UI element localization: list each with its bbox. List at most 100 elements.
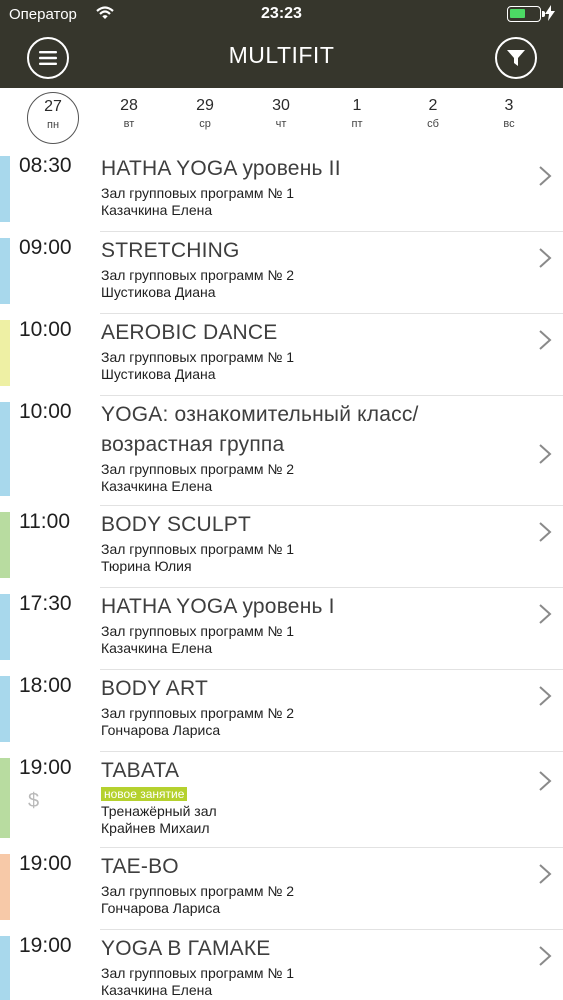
class-title: STRETCHING — [101, 239, 240, 262]
class-room: Зал групповых программ № 2 — [101, 461, 295, 477]
class-trainer: Тюрина Юлия — [101, 558, 192, 574]
page-title: MULTIFIT — [228, 42, 335, 68]
chevron-right-icon — [539, 522, 552, 542]
date-weekday: пн — [46, 119, 60, 131]
class-trainer: Казачкина Елена — [101, 478, 213, 494]
battery-icon — [507, 6, 545, 22]
date-2[interactable]: 2 сб — [407, 92, 459, 144]
date-weekday: чт — [275, 118, 287, 130]
class-room: Зал групповых программ № 2 — [101, 267, 295, 283]
class-title: AEROBIC DANCE — [101, 321, 278, 344]
category-color-bar — [0, 238, 10, 304]
app-header: Оператор 23:23 MULTIFIT — [0, 0, 563, 88]
class-row[interactable]: 11:00 BODY SCULPT Зал групповых программ №… — [0, 506, 563, 588]
filter-icon — [507, 50, 525, 66]
chevron-right-icon — [539, 444, 552, 464]
category-color-bar — [0, 402, 10, 496]
class-row[interactable]: 18:00 BODY ART Зал групповых программ № 2Г… — [0, 670, 563, 752]
class-title: BODY SCULPT — [101, 513, 252, 536]
class-time: 10:00 — [19, 400, 72, 423]
class-title: HATHA YOGA уровень I — [101, 595, 335, 618]
class-room: Тренажёрный зал — [101, 803, 217, 819]
date-weekday: ср — [199, 118, 211, 130]
date-27[interactable]: 27 пн — [27, 92, 79, 144]
chevron-right-icon — [539, 248, 552, 268]
status-bar: Оператор 23:23 — [0, 0, 563, 28]
class-time: 08:30 — [19, 154, 72, 177]
chevron-right-icon — [539, 864, 552, 884]
date-weekday: пт — [351, 118, 363, 130]
class-trainer: Крайнев Михаил — [101, 820, 210, 836]
date-selector: 27 пн 28 вт 29 ср 30 чт 1 пт 2 сб 3 вс — [0, 88, 563, 150]
class-room: Зал групповых программ № 2 — [101, 705, 295, 721]
category-color-bar — [0, 936, 10, 1000]
class-time: 11:00 — [19, 510, 70, 533]
category-color-bar — [0, 676, 10, 742]
status-time: 23:23 — [261, 5, 302, 22]
date-30[interactable]: 30 чт — [255, 92, 307, 144]
class-room: Зал групповых программ № 2 — [101, 883, 295, 899]
date-3[interactable]: 3 вс — [483, 92, 535, 144]
class-room: Зал групповых программ № 1 — [101, 185, 295, 201]
date-number: 27 — [44, 98, 62, 115]
category-color-bar — [0, 594, 10, 660]
new-class-badge: новое занятие — [101, 787, 188, 801]
class-time: 10:00 — [19, 318, 72, 341]
class-row[interactable]: 08:30 HATHA YOGA уровень II Зал групповых … — [0, 150, 563, 232]
date-number: 29 — [196, 97, 214, 114]
class-row[interactable]: 19:00 $ TABATA новое занятие Тренажёрный зал… — [0, 752, 563, 848]
class-row[interactable]: 19:00 YOGA В ГАМАКЕ Зал групповых программ… — [0, 930, 563, 1000]
chevron-right-icon — [539, 686, 552, 706]
date-weekday: вт — [123, 118, 135, 130]
class-trainer: Гончарова Лариса — [101, 900, 221, 916]
class-room: Зал групповых программ № 1 — [101, 349, 295, 365]
chevron-right-icon — [539, 771, 552, 791]
class-row[interactable]: 09:00 STRETCHING Зал групповых программ № … — [0, 232, 563, 314]
class-trainer: Гончарова Лариса — [101, 722, 221, 738]
class-room: Зал групповых программ № 1 — [101, 623, 295, 639]
chevron-right-icon — [539, 166, 552, 186]
class-time: 19:00 — [19, 852, 72, 875]
date-weekday: вс — [503, 118, 515, 130]
date-28[interactable]: 28 вт — [103, 92, 155, 144]
chevron-right-icon — [539, 330, 552, 350]
date-number: 3 — [504, 97, 514, 114]
date-29[interactable]: 29 ср — [179, 92, 231, 144]
category-color-bar — [0, 320, 10, 386]
class-row[interactable]: 10:00 YOGA: ознакомительный класс/ возрас… — [0, 396, 563, 506]
class-time: 18:00 — [19, 674, 72, 697]
filter-button[interactable] — [495, 37, 537, 79]
class-time: 19:00 — [19, 934, 72, 957]
chevron-right-icon — [539, 604, 552, 624]
class-title: TAE-BO — [101, 855, 179, 878]
class-trainer: Казачкина Елена — [101, 202, 213, 218]
date-number: 30 — [272, 97, 290, 114]
class-title: TABATA — [101, 759, 180, 782]
date-number: 2 — [428, 97, 438, 114]
class-row[interactable]: 19:00 TAE-BO Зал групповых программ № 2 Гон… — [0, 848, 563, 930]
class-trainer: Казачкина Елена — [101, 640, 213, 656]
class-title: YOGA В ГАМАКЕ — [101, 937, 271, 960]
date-1[interactable]: 1 пт — [331, 92, 383, 144]
category-color-bar — [0, 854, 10, 920]
charging-icon — [545, 5, 555, 21]
class-trainer: Казачкина Елена — [101, 982, 213, 998]
date-number: 1 — [352, 97, 362, 114]
class-title: HATHA YOGA уровень II — [101, 157, 341, 180]
class-trainer: Шустикова Диана — [101, 284, 216, 300]
category-color-bar — [0, 156, 10, 222]
class-title: BODY ART — [101, 677, 209, 700]
class-room: Зал групповых программ № 1 — [101, 965, 295, 981]
class-room: Зал групповых программ № 1 — [101, 541, 295, 557]
paid-icon: $ — [28, 790, 40, 812]
date-number: 28 — [120, 97, 138, 114]
category-color-bar — [0, 512, 10, 578]
class-row[interactable]: 17:30 HATHA YOGA уровень I Зал групповых п… — [0, 588, 563, 670]
class-list: 08:30 HATHA YOGA уровень II Зал групповых … — [0, 150, 563, 1000]
battery-level — [510, 9, 525, 18]
class-time: 09:00 — [19, 236, 72, 259]
class-row[interactable]: 10:00 AEROBIC DANCE Зал групповых программ… — [0, 314, 563, 396]
chevron-right-icon — [539, 946, 552, 966]
class-title: YOGA: ознакомительный класс/ возрастная … — [101, 403, 419, 456]
class-time: 17:30 — [19, 592, 72, 615]
